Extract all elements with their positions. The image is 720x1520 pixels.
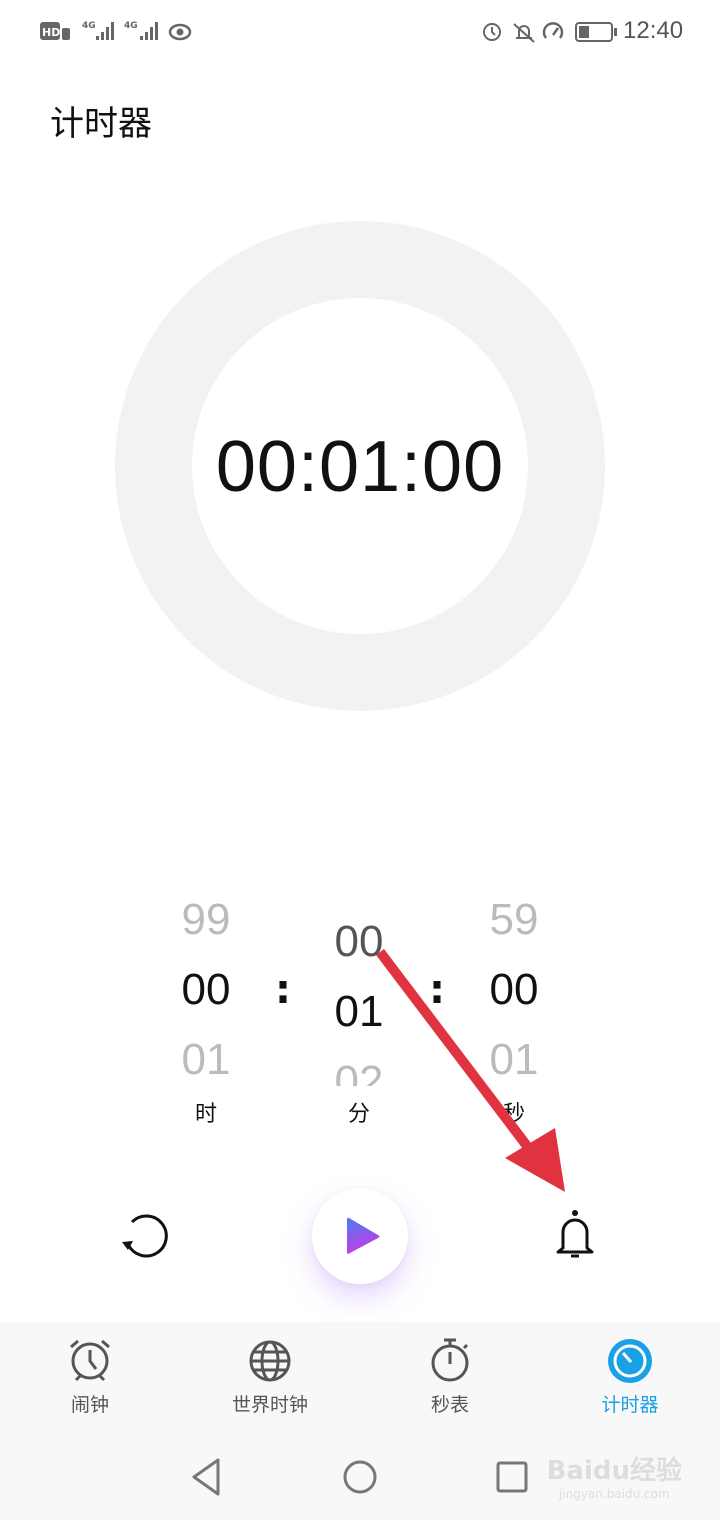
annotation-arrow bbox=[376, 948, 565, 1192]
svg-text:4G: 4G bbox=[124, 21, 138, 31]
hours-value[interactable]: 00 bbox=[146, 965, 266, 1015]
status-bar: HD 4G 4G 12:40 bbox=[0, 0, 720, 60]
hours-next[interactable]: 01 bbox=[146, 1035, 266, 1085]
home-icon[interactable] bbox=[343, 1460, 377, 1494]
minutes-label: 分 bbox=[347, 1102, 371, 1127]
tab-world-clock[interactable]: 世界时钟 bbox=[180, 1336, 360, 1417]
status-left-icons: HD 4G 4G bbox=[40, 21, 192, 41]
tab-alarm[interactable]: 闹钟 bbox=[0, 1336, 180, 1417]
stopwatch-icon bbox=[431, 1338, 469, 1382]
tab-label: 秒表 bbox=[430, 1394, 469, 1416]
tab-label: 计时器 bbox=[601, 1394, 659, 1416]
clock-time: 12:40 bbox=[623, 17, 684, 44]
tab-label: 闹钟 bbox=[70, 1394, 109, 1416]
globe-icon bbox=[249, 1340, 291, 1382]
play-icon bbox=[347, 1217, 380, 1254]
hours-prev[interactable]: 99 bbox=[146, 895, 266, 945]
system-nav-bar bbox=[192, 1458, 528, 1496]
separator: : bbox=[275, 967, 291, 1013]
recents-icon[interactable] bbox=[496, 1461, 528, 1493]
watermark: Baidu经验 jingyan.baidu.com bbox=[546, 1456, 682, 1501]
status-right-icons bbox=[483, 22, 617, 43]
hours-label: 时 bbox=[194, 1102, 218, 1127]
alarm-clock-icon bbox=[70, 1339, 110, 1382]
bell-icon[interactable] bbox=[552, 1208, 598, 1264]
start-button[interactable] bbox=[312, 1188, 408, 1284]
back-icon[interactable] bbox=[192, 1458, 220, 1496]
reset-icon[interactable] bbox=[118, 1210, 172, 1264]
tab-stopwatch[interactable]: 秒表 bbox=[360, 1336, 540, 1417]
tab-label: 世界时钟 bbox=[231, 1394, 308, 1416]
timer-display: 00:01:00 bbox=[215, 427, 505, 507]
svg-text:HD: HD bbox=[42, 26, 60, 39]
tab-timer[interactable]: 计时器 bbox=[540, 1336, 720, 1417]
svg-text:4G: 4G bbox=[82, 21, 96, 31]
page-title: 计时器 bbox=[50, 104, 152, 144]
seconds-prev[interactable]: 59 bbox=[454, 895, 574, 945]
timer-icon bbox=[608, 1339, 652, 1383]
